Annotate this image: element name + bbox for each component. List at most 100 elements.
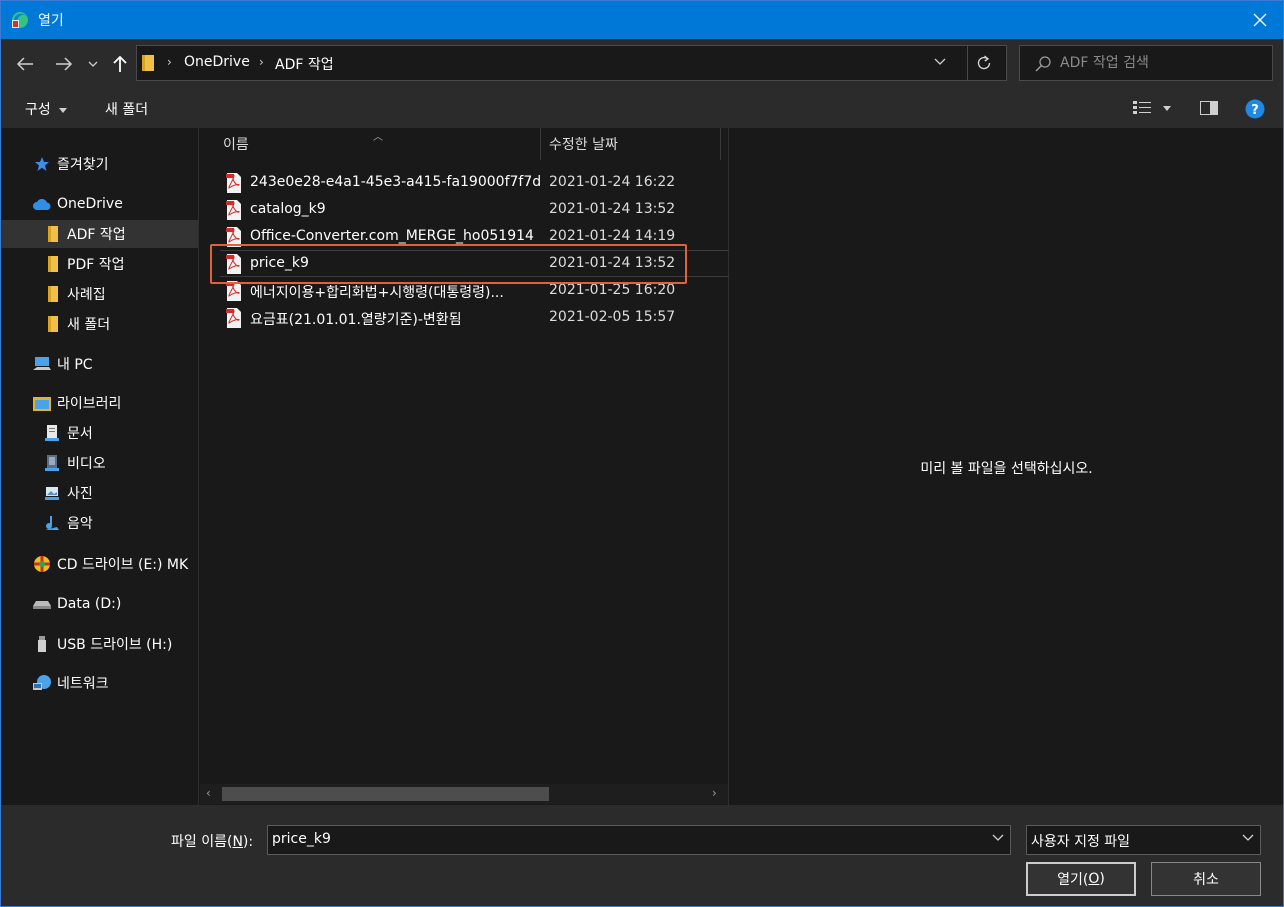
column-header-date[interactable]: 수정한 날짜 — [549, 134, 618, 154]
sidebar-item-label: ADF 작업 — [67, 227, 126, 243]
command-toolbar: 구성 새 폴더 ? — [1, 89, 1283, 128]
open-button[interactable]: 열기(O) — [1026, 862, 1136, 896]
sidebar-item-new-folder[interactable]: 새 폴더 — [1, 310, 198, 338]
folder-icon — [41, 225, 63, 243]
pictures-icon — [41, 484, 63, 502]
sidebar-item-data-drive[interactable]: Data (D:) — [1, 590, 198, 618]
sort-ascending-icon: ︿ — [373, 132, 383, 143]
open-label-suffix: ) — [1099, 871, 1105, 887]
arrow-right-icon — [56, 57, 73, 71]
forward-button[interactable] — [52, 53, 76, 75]
caret-down-icon[interactable] — [1163, 106, 1171, 111]
scroll-right-icon[interactable]: › — [712, 786, 717, 800]
sidebar-item-label: 사례집 — [67, 287, 106, 303]
pdf-file-icon — [226, 227, 241, 247]
sidebar-item-favorites[interactable]: 즐겨찾기 — [1, 150, 198, 178]
file-row[interactable]: catalog_k9 2021-01-24 13:52 — [220, 197, 729, 224]
file-date: 2021-01-24 14:19 — [549, 228, 676, 244]
file-name: 243e0e28-e4a1-45e3-a415-fa19000f7f7d... — [250, 174, 540, 190]
organize-button[interactable]: 구성 — [25, 99, 68, 119]
chevron-down-icon[interactable] — [992, 834, 1004, 842]
open-file-dialog: 열기 › OneDrive › ADF 작업 ADF 작업 검색 구성 새 폴더… — [0, 0, 1284, 907]
folder-icon — [142, 55, 154, 71]
search-box[interactable] — [1019, 45, 1273, 81]
address-bar[interactable]: › OneDrive › ADF 작업 — [136, 45, 1007, 81]
breadcrumb-separator-icon: › — [167, 55, 172, 69]
navigation-bar: › OneDrive › ADF 작업 — [1, 39, 1283, 89]
sidebar-item-music[interactable]: 음악 — [1, 509, 198, 537]
search-input[interactable] — [1060, 52, 1260, 74]
file-row-selected[interactable]: price_k9 2021-01-24 13:52 — [220, 250, 729, 277]
column-divider[interactable] — [720, 128, 721, 160]
sidebar-item-libraries[interactable]: 라이브러리 — [1, 389, 198, 417]
sidebar-item-pdf-work[interactable]: PDF 작업 — [1, 250, 198, 278]
file-row[interactable]: 에너지이용+합리화법+시행령(대통령령)... 2021-01-25 16:20 — [220, 278, 729, 305]
sidebar-item-this-pc[interactable]: 내 PC — [1, 350, 198, 378]
filename-input[interactable]: price_k9 — [267, 825, 1011, 855]
file-name: Office-Converter.com_MERGE_ho051914 — [250, 228, 534, 244]
navigation-pane: 즐겨찾기 OneDrive ADF 작업 PDF 작업 사례집 새 폴더 내 P… — [1, 128, 199, 805]
scrollbar-thumb[interactable] — [222, 787, 549, 801]
title-bar: 열기 — [1, 1, 1283, 39]
documents-icon — [41, 424, 63, 442]
new-folder-button[interactable]: 새 폴더 — [105, 99, 148, 119]
column-header-name[interactable]: 이름 — [223, 134, 249, 154]
sidebar-item-documents[interactable]: 문서 — [1, 419, 198, 447]
file-name: price_k9 — [250, 255, 309, 271]
chevron-down-icon[interactable] — [934, 58, 946, 66]
arrow-left-icon — [16, 57, 33, 71]
filetype-select[interactable]: 사용자 지정 파일 — [1026, 825, 1261, 855]
folder-icon — [41, 285, 63, 303]
chevron-down-icon — [1242, 834, 1254, 841]
sidebar-item-usb-drive[interactable]: USB 드라이브 (H:) — [1, 630, 198, 658]
scroll-left-icon[interactable]: ‹ — [206, 786, 211, 800]
cancel-button[interactable]: 취소 — [1151, 862, 1261, 896]
filename-label: 파일 이름(N): — [171, 831, 253, 851]
sidebar-item-pictures[interactable]: 사진 — [1, 479, 198, 507]
horizontal-scrollbar[interactable]: ‹ › — [200, 784, 728, 804]
sidebar-item-label: Data (D:) — [57, 596, 122, 612]
preview-pane: 미리 볼 파일을 선택하십시오. — [730, 128, 1283, 805]
sidebar-item-cd-drive[interactable]: CD 드라이브 (E:) MK — [1, 550, 198, 578]
file-date: 2021-01-25 16:20 — [549, 282, 676, 298]
breadcrumb-adf-work[interactable]: ADF 작업 — [275, 54, 334, 74]
sidebar-item-adf-work[interactable]: ADF 작업 — [1, 220, 198, 248]
network-icon — [31, 674, 53, 692]
window-title: 열기 — [38, 13, 64, 29]
close-button[interactable] — [1237, 1, 1283, 39]
music-icon — [41, 514, 63, 532]
caret-down-icon — [59, 107, 68, 113]
preview-pane-icon[interactable] — [1200, 101, 1218, 115]
help-icon[interactable]: ? — [1245, 99, 1265, 119]
recent-locations-button[interactable] — [83, 53, 103, 75]
file-row[interactable]: 243e0e28-e4a1-45e3-a415-fa19000f7f7d... … — [220, 170, 729, 197]
pdf-file-icon — [226, 200, 241, 220]
video-icon — [41, 454, 63, 472]
breadcrumb-onedrive[interactable]: OneDrive — [184, 54, 250, 70]
back-button[interactable] — [13, 53, 37, 75]
sidebar-item-network[interactable]: 네트워크 — [1, 669, 198, 697]
svg-text:?: ? — [1251, 103, 1259, 118]
filetype-value: 사용자 지정 파일 — [1031, 834, 1131, 850]
file-row[interactable]: 요금표(21.01.01.열량기준)-변환됨 2021-02-05 15:57 — [220, 305, 729, 332]
sidebar-item-label: USB 드라이브 (H:) — [57, 637, 173, 653]
file-name: 에너지이용+합리화법+시행령(대통령령)... — [250, 285, 504, 301]
view-options-icon[interactable] — [1133, 101, 1151, 115]
file-row[interactable]: Office-Converter.com_MERGE_ho051914 2021… — [220, 224, 729, 251]
file-name: catalog_k9 — [250, 201, 326, 217]
preview-message: 미리 볼 파일을 선택하십시오. — [920, 461, 1093, 477]
sidebar-item-case-studies[interactable]: 사례집 — [1, 280, 198, 308]
file-date: 2021-01-24 13:52 — [549, 201, 676, 217]
column-divider[interactable] — [540, 128, 541, 160]
file-list: ︿ 이름 수정한 날짜 243e0e28-e4a1-45e3-a415-fa19… — [200, 128, 729, 805]
filename-label-suffix: ): — [242, 834, 254, 850]
refresh-icon[interactable] — [975, 54, 993, 72]
file-date: 2021-02-05 15:57 — [549, 309, 676, 325]
sidebar-item-onedrive[interactable]: OneDrive — [1, 190, 198, 218]
chevron-down-icon — [88, 61, 98, 67]
bottom-panel: 파일 이름(N): price_k9 사용자 지정 파일 열기(O) 취소 — [1, 805, 1283, 906]
up-button[interactable] — [108, 53, 132, 75]
sidebar-item-videos[interactable]: 비디오 — [1, 449, 198, 477]
sidebar-item-label: CD 드라이브 (E:) MK — [57, 557, 189, 573]
divider — [967, 46, 968, 80]
